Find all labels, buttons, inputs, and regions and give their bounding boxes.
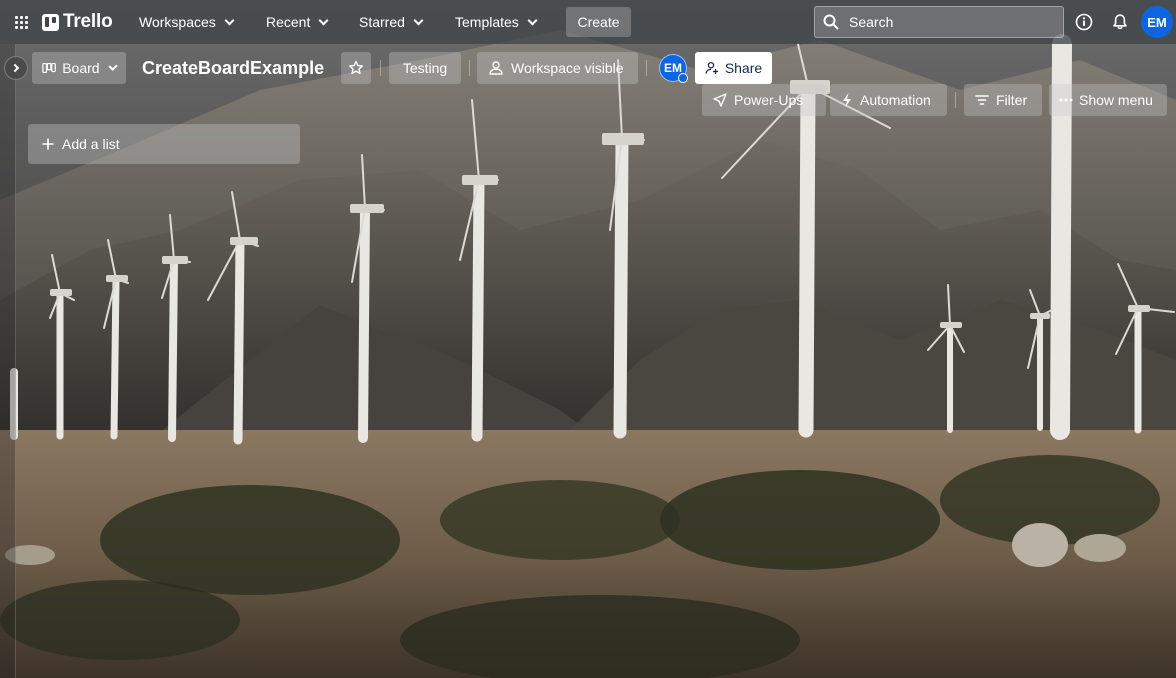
expand-sidebar-button[interactable]	[4, 56, 28, 80]
info-icon	[1075, 13, 1093, 31]
power-ups-label: Power-Ups	[734, 92, 804, 108]
trello-board-icon	[42, 13, 59, 31]
search-icon	[823, 14, 839, 30]
star-board-button[interactable]	[341, 52, 371, 84]
header-divider	[646, 60, 647, 76]
chevron-right-icon	[10, 63, 20, 73]
more-horizontal-icon	[1059, 98, 1073, 102]
app-grid-icon	[14, 15, 28, 29]
app-switcher-button[interactable]	[8, 8, 34, 36]
chevron-down-icon	[108, 61, 118, 71]
automation-button[interactable]: Automation	[830, 84, 947, 116]
show-menu-button[interactable]: Show menu	[1049, 84, 1167, 116]
filter-label: Filter	[996, 92, 1028, 108]
board-view-switcher[interactable]: Board	[32, 52, 126, 84]
power-ups-button[interactable]: Power-Ups	[702, 84, 826, 116]
add-list-button[interactable]: Add a list	[28, 124, 300, 164]
filter-button[interactable]: Filter	[964, 84, 1042, 116]
header-divider	[469, 60, 470, 76]
plus-icon	[42, 138, 54, 150]
header-divider	[955, 92, 956, 108]
trello-wordmark: Trello	[63, 11, 113, 32]
add-list-label: Add a list	[62, 136, 120, 152]
star-icon	[349, 60, 363, 75]
show-menu-label: Show menu	[1079, 92, 1153, 108]
admin-badge-icon	[678, 73, 688, 83]
trello-logo[interactable]: Trello	[42, 10, 113, 34]
chevron-down-icon	[224, 15, 235, 25]
top-navigation-bar: Trello Workspaces Recent Starred Templat…	[0, 0, 1176, 44]
lightning-icon	[843, 93, 851, 107]
search-box[interactable]	[814, 6, 1064, 38]
nav-workspaces-label: Workspaces	[139, 14, 216, 30]
search-input[interactable]	[847, 13, 1047, 31]
header-divider	[380, 60, 381, 76]
board-view-icon	[42, 62, 56, 74]
bell-icon	[1113, 14, 1127, 30]
nav-recent-label: Recent	[266, 14, 311, 30]
nav-recent-dropdown[interactable]: Recent	[258, 8, 335, 36]
rocket-icon	[713, 93, 727, 107]
nav-workspaces-dropdown[interactable]: Workspaces	[131, 8, 241, 36]
nav-templates-label: Templates	[455, 14, 519, 30]
nav-starred-label: Starred	[359, 14, 405, 30]
share-button[interactable]: Share	[695, 52, 772, 84]
visibility-button[interactable]: Workspace visible	[477, 52, 638, 84]
chevron-down-icon	[527, 15, 538, 25]
filter-icon	[975, 95, 989, 105]
chevron-down-icon	[413, 15, 424, 25]
nav-templates-dropdown[interactable]: Templates	[447, 8, 544, 36]
add-person-icon	[705, 61, 718, 74]
share-label: Share	[724, 60, 763, 76]
board-view-label: Board	[62, 60, 100, 76]
notifications-button[interactable]	[1108, 10, 1132, 34]
automation-label: Automation	[860, 92, 931, 108]
create-button[interactable]: Create	[566, 7, 631, 37]
information-button[interactable]	[1072, 10, 1096, 34]
nav-starred-dropdown[interactable]: Starred	[351, 8, 430, 36]
chevron-down-icon	[318, 15, 329, 25]
collapsed-sidebar	[0, 44, 16, 678]
board-member-avatar[interactable]: EM	[659, 54, 688, 83]
visibility-label: Workspace visible	[511, 60, 624, 76]
workspace-testing-button[interactable]: Testing	[389, 52, 461, 84]
board-title[interactable]: CreateBoardExample	[136, 56, 330, 80]
people-group-icon	[489, 61, 503, 75]
user-avatar[interactable]: EM	[1141, 6, 1173, 38]
